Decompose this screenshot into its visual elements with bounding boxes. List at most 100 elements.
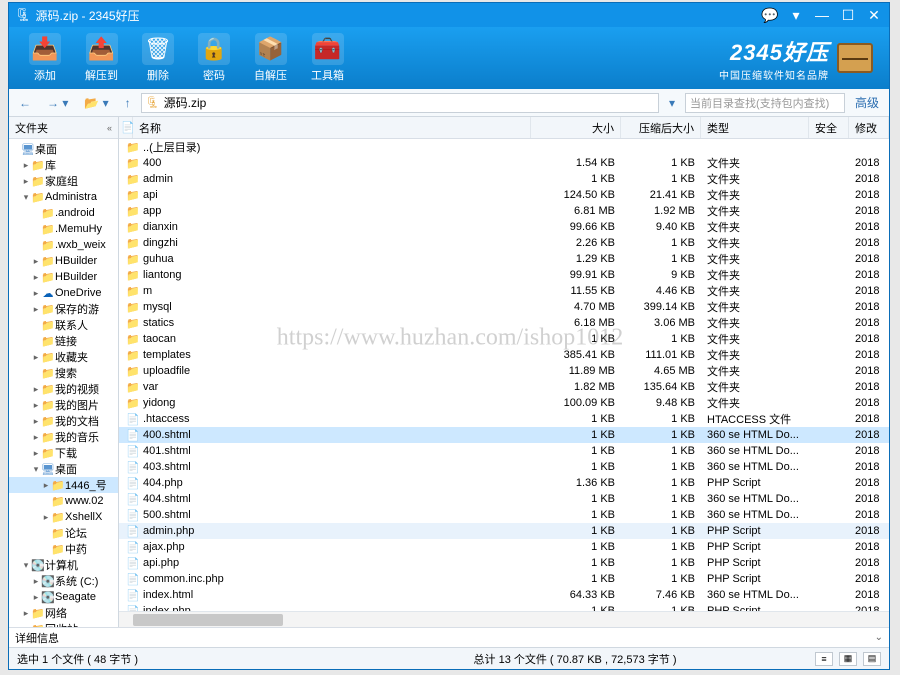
- file-row[interactable]: 📄index.php1 KB1 KBPHP Script2018: [119, 603, 889, 611]
- tree-item[interactable]: ▸📁收藏夹: [9, 349, 118, 365]
- tree-item[interactable]: 📁联系人: [9, 317, 118, 333]
- tree-item[interactable]: 📁链接: [9, 333, 118, 349]
- tree-item[interactable]: ▸📁HBuilder: [9, 269, 118, 285]
- tree-item[interactable]: ▸📁我的音乐: [9, 429, 118, 445]
- tree-item[interactable]: ▸☁OneDrive: [9, 285, 118, 301]
- tools-button[interactable]: 🧰工具箱: [299, 33, 356, 83]
- file-row[interactable]: 📁yidong100.09 KB9.48 KB文件夹2018: [119, 395, 889, 411]
- horizontal-scrollbar[interactable]: [119, 611, 889, 627]
- tree-item[interactable]: ▸📁保存的游: [9, 301, 118, 317]
- tree-item[interactable]: ▸📁家庭组: [9, 173, 118, 189]
- view-detail-button[interactable]: ▤: [863, 652, 881, 666]
- tree-item[interactable]: ▾💽计算机: [9, 557, 118, 573]
- up-button[interactable]: ↑: [119, 94, 137, 112]
- app-window: 🗜 源码.zip - 2345好压 💬 ▾ — ☐ ✕ 📥添加 📤解压到 🗑删除…: [8, 2, 890, 670]
- path-dropdown[interactable]: ▾: [663, 94, 681, 112]
- file-row[interactable]: 📁dingzhi2.26 KB1 KB文件夹2018: [119, 235, 889, 251]
- maximize-button[interactable]: ☐: [839, 7, 857, 24]
- file-row[interactable]: 📄index.html64.33 KB7.46 KB360 se HTML Do…: [119, 587, 889, 603]
- minimize-button[interactable]: —: [813, 7, 831, 23]
- file-row[interactable]: 📁..(上层目录): [119, 139, 889, 155]
- file-row[interactable]: 📁uploadfile11.89 MB4.65 MB文件夹2018: [119, 363, 889, 379]
- tree-item[interactable]: ▸📁网络: [9, 605, 118, 621]
- tree-item[interactable]: ▸💽系统 (C:): [9, 573, 118, 589]
- file-row[interactable]: 📁liantong99.91 KB9 KB文件夹2018: [119, 267, 889, 283]
- advanced-link[interactable]: 高级: [849, 92, 885, 113]
- path-input[interactable]: 🗜 源码.zip: [141, 93, 659, 113]
- file-row[interactable]: 📄400.shtml1 KB1 KB360 se HTML Do...2018: [119, 427, 889, 443]
- file-row[interactable]: 📁dianxin99.66 KB9.40 KB文件夹2018: [119, 219, 889, 235]
- delete-icon: 🗑: [142, 33, 174, 65]
- col-name[interactable]: 名称: [133, 117, 531, 138]
- file-row[interactable]: 📁taocan1 KB1 KB文件夹2018: [119, 331, 889, 347]
- scrollbar-thumb[interactable]: [133, 614, 283, 626]
- file-row[interactable]: 📁mysql4.70 MB399.14 KB文件夹2018: [119, 299, 889, 315]
- tree-item[interactable]: ▸📁下载: [9, 445, 118, 461]
- col-icon[interactable]: 📄: [119, 117, 133, 138]
- tree-item[interactable]: 📁中药: [9, 541, 118, 557]
- file-row[interactable]: 📄500.shtml1 KB1 KB360 se HTML Do...2018: [119, 507, 889, 523]
- extract-icon: 📤: [86, 33, 118, 65]
- dropdown-icon[interactable]: ▾: [787, 7, 805, 24]
- tree-item[interactable]: 📁.wxb_weix: [9, 237, 118, 253]
- file-row[interactable]: 📄403.shtml1 KB1 KB360 se HTML Do...2018: [119, 459, 889, 475]
- view-grid-button[interactable]: ▦: [839, 652, 857, 666]
- file-row[interactable]: 📄404.php1.36 KB1 KBPHP Script2018: [119, 475, 889, 491]
- close-button[interactable]: ✕: [865, 7, 883, 24]
- extract-button[interactable]: 📤解压到: [73, 33, 130, 83]
- sidebar-collapse[interactable]: «: [107, 123, 112, 133]
- sfx-button[interactable]: 📦自解压: [242, 33, 299, 83]
- file-row[interactable]: 📁4001.54 KB1 KB文件夹2018: [119, 155, 889, 171]
- file-row[interactable]: 📄api.php1 KB1 KBPHP Script2018: [119, 555, 889, 571]
- file-row[interactable]: 📄admin.php1 KB1 KBPHP Script2018: [119, 523, 889, 539]
- forward-button[interactable]: → ▾: [41, 94, 74, 112]
- status-view-buttons: ≡ ▦ ▤: [761, 652, 881, 666]
- tree-item[interactable]: ▸📁HBuilder: [9, 253, 118, 269]
- tree-item[interactable]: 📁论坛: [9, 525, 118, 541]
- tree-item[interactable]: ▸📁库: [9, 157, 118, 173]
- col-size[interactable]: 大小: [531, 117, 621, 138]
- back-button[interactable]: ←: [13, 94, 37, 112]
- add-button[interactable]: 📥添加: [17, 33, 73, 83]
- file-row[interactable]: 📁admin1 KB1 KB文件夹2018: [119, 171, 889, 187]
- file-row[interactable]: 📁statics6.18 MB3.06 MB文件夹2018: [119, 315, 889, 331]
- tree-item[interactable]: ▸💽Seagate: [9, 589, 118, 605]
- delete-button[interactable]: 🗑删除: [130, 33, 186, 83]
- file-row[interactable]: 📁var1.82 MB135.64 KB文件夹2018: [119, 379, 889, 395]
- col-type[interactable]: 类型: [701, 117, 809, 138]
- file-row[interactable]: 📁templates385.41 KB111.01 KB文件夹2018: [119, 347, 889, 363]
- file-row[interactable]: 📄401.shtml1 KB1 KB360 se HTML Do...2018: [119, 443, 889, 459]
- file-row[interactable]: 📁m11.55 KB4.46 KB文件夹2018: [119, 283, 889, 299]
- file-row[interactable]: 📁guhua1.29 KB1 KB文件夹2018: [119, 251, 889, 267]
- file-row[interactable]: 📁api124.50 KB21.41 KB文件夹2018: [119, 187, 889, 203]
- tree-item[interactable]: ▾📁Administra: [9, 189, 118, 205]
- tree-item[interactable]: 📁.MemuHy: [9, 221, 118, 237]
- file-row[interactable]: 📄ajax.php1 KB1 KBPHP Script2018: [119, 539, 889, 555]
- sidebar-header: 文件夹 «: [9, 117, 118, 139]
- tree-item[interactable]: ▸📁我的图片: [9, 397, 118, 413]
- view-list-button[interactable]: ≡: [815, 652, 833, 666]
- password-button[interactable]: 🔒密码: [186, 33, 242, 83]
- file-row[interactable]: 📄.htaccess1 KB1 KBHTACCESS 文件2018: [119, 411, 889, 427]
- col-modified[interactable]: 修改: [849, 117, 889, 138]
- file-row[interactable]: 📁app6.81 MB1.92 MB文件夹2018: [119, 203, 889, 219]
- details-bar[interactable]: 详细信息 ⌄: [9, 627, 889, 647]
- tree-item[interactable]: ▸📁XshellX: [9, 509, 118, 525]
- search-input[interactable]: 当前目录查找(支持包内查找): [685, 93, 845, 113]
- file-row[interactable]: 📄404.shtml1 KB1 KB360 se HTML Do...2018: [119, 491, 889, 507]
- tree-item[interactable]: 📁www.02: [9, 493, 118, 509]
- tree-item[interactable]: ▸📁我的文档: [9, 413, 118, 429]
- tree-item[interactable]: ▸📁我的视频: [9, 381, 118, 397]
- main-toolbar: 📥添加 📤解压到 🗑删除 🔒密码 📦自解压 🧰工具箱 2345好压 中国压缩软件…: [9, 27, 889, 89]
- col-safety[interactable]: 安全: [809, 117, 849, 138]
- chat-icon[interactable]: 💬: [761, 7, 779, 24]
- titlebar[interactable]: 🗜 源码.zip - 2345好压 💬 ▾ — ☐ ✕: [9, 3, 889, 27]
- col-compressed-size[interactable]: 压缩后大小: [621, 117, 701, 138]
- tree-item[interactable]: 🖥桌面: [9, 141, 118, 157]
- file-row[interactable]: 📄common.inc.php1 KB1 KBPHP Script2018: [119, 571, 889, 587]
- open-button[interactable]: 📂 ▾: [78, 94, 114, 112]
- tree-item[interactable]: ▾🖥桌面: [9, 461, 118, 477]
- tree-item[interactable]: ▸📁1446_号: [9, 477, 118, 493]
- tree-item[interactable]: 📁.android: [9, 205, 118, 221]
- tree-item[interactable]: 📁搜索: [9, 365, 118, 381]
